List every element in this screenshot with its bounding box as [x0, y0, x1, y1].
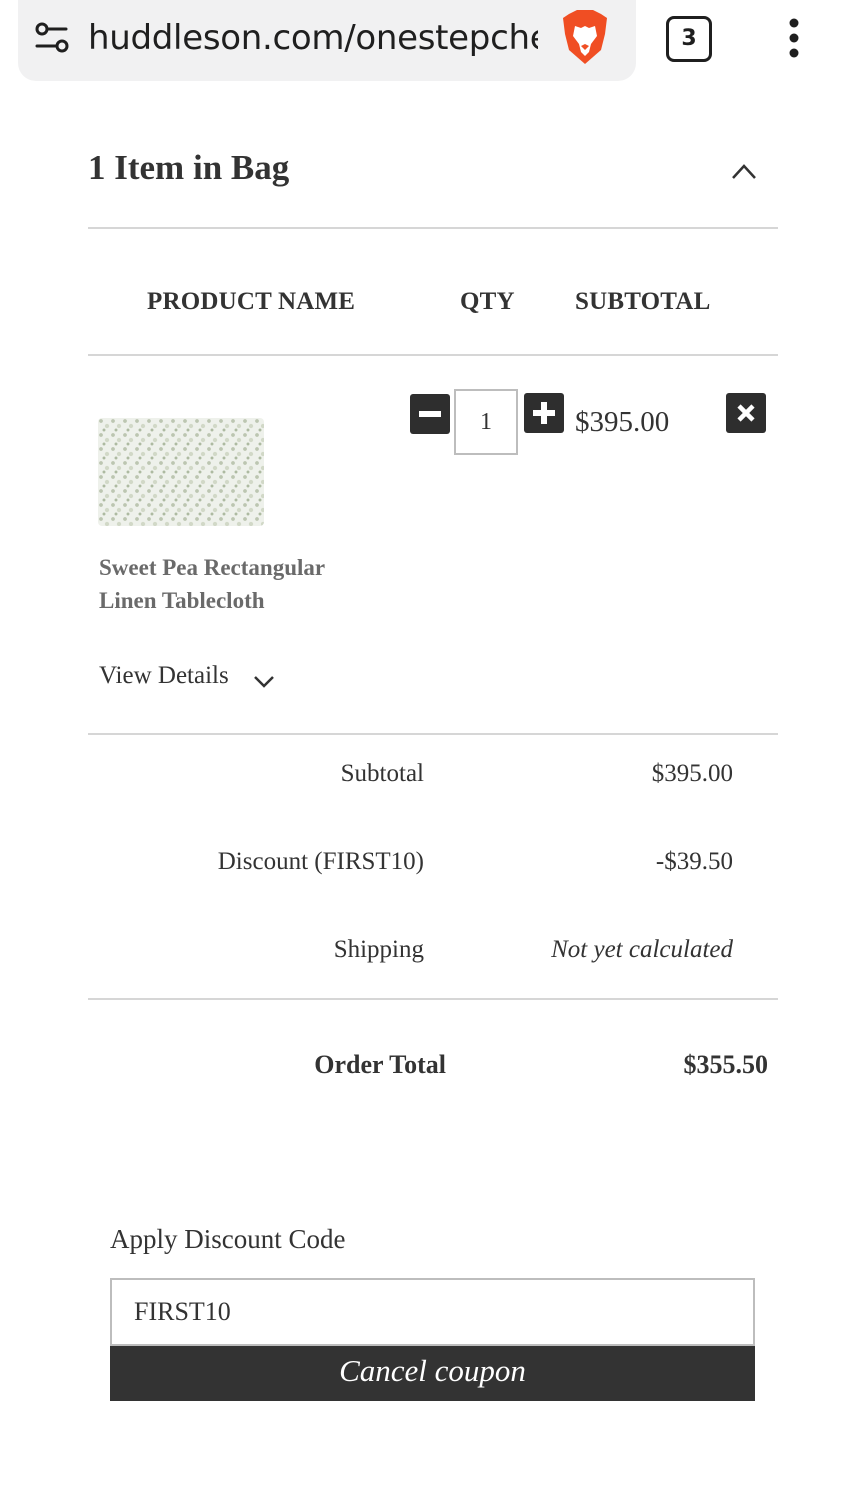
- divider: [88, 998, 778, 1000]
- chevron-up-icon[interactable]: [730, 160, 758, 182]
- order-total-label: Order Total: [314, 1050, 446, 1079]
- brave-lion-icon[interactable]: [559, 8, 611, 68]
- plus-icon: [533, 402, 555, 424]
- decrease-quantity-button[interactable]: [410, 394, 450, 434]
- item-subtotal: $395.00: [575, 406, 670, 438]
- view-details-toggle[interactable]: View Details: [99, 662, 229, 690]
- discount-code-label: Apply Discount Code: [110, 1224, 346, 1254]
- header-subtotal: SUBTOTAL: [575, 288, 711, 315]
- tab-switcher-button[interactable]: 3: [666, 16, 712, 62]
- more-vert-icon[interactable]: [786, 18, 802, 58]
- close-icon: [737, 404, 755, 422]
- header-product-name: PRODUCT NAME: [147, 288, 356, 315]
- divider: [88, 227, 778, 229]
- subtotal-value: $395.00: [651, 760, 733, 787]
- divider: [88, 733, 778, 735]
- product-image[interactable]: [98, 418, 264, 526]
- discount-value: -$39.50: [655, 848, 733, 875]
- header-qty: QTY: [460, 288, 515, 315]
- shipping-value: Not yet calculated: [551, 936, 733, 963]
- divider: [88, 354, 778, 356]
- quantity-input[interactable]: 1: [454, 389, 518, 455]
- subtotal-label: Subtotal: [340, 760, 424, 787]
- minus-icon: [419, 411, 441, 417]
- remove-item-button[interactable]: [726, 393, 766, 433]
- order-total-value: $355.50: [683, 1050, 769, 1079]
- chevron-down-icon[interactable]: [252, 672, 276, 690]
- product-name[interactable]: Sweet Pea Rectangular Linen Tablecloth: [99, 551, 359, 617]
- discount-code-input[interactable]: [110, 1278, 755, 1346]
- bag-title: 1 Item in Bag: [88, 148, 290, 187]
- url-text[interactable]: huddleson.com/onestepcheckout: [88, 14, 538, 62]
- discount-label: Discount (FIRST10): [217, 848, 424, 875]
- increase-quantity-button[interactable]: [524, 393, 564, 433]
- cancel-coupon-button[interactable]: Cancel coupon: [110, 1346, 755, 1401]
- shipping-label: Shipping: [333, 936, 424, 963]
- tune-icon[interactable]: [34, 20, 70, 56]
